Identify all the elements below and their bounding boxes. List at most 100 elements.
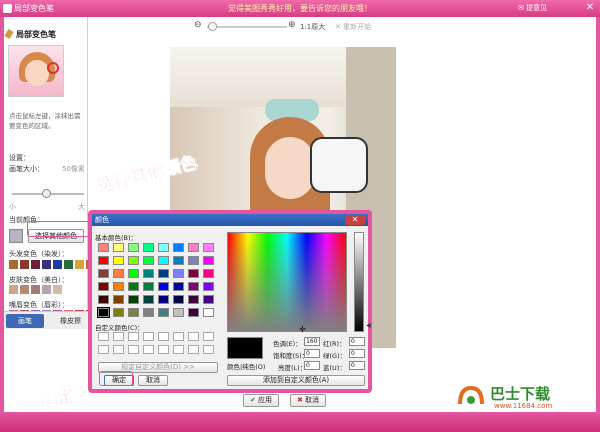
custom-color-slot[interactable] — [188, 345, 199, 354]
dialog-close-button[interactable]: ✕ — [345, 215, 365, 225]
hair-color-swatch[interactable] — [20, 260, 29, 269]
hair-color-swatch[interactable] — [9, 260, 18, 269]
luminance-slider[interactable] — [354, 232, 364, 332]
basic-color-swatch[interactable] — [173, 243, 184, 252]
skin-color-swatch[interactable] — [31, 285, 40, 294]
red-field[interactable]: 0 — [349, 337, 365, 346]
basic-color-swatch[interactable] — [203, 256, 214, 265]
basic-color-swatch[interactable] — [203, 295, 214, 304]
basic-color-swatch[interactable] — [158, 282, 169, 291]
basic-color-swatch[interactable] — [143, 269, 154, 278]
custom-color-slot[interactable] — [173, 332, 184, 341]
skin-color-swatch[interactable] — [42, 285, 51, 294]
zoom-in-icon[interactable]: ⊕ — [288, 20, 296, 30]
hair-color-swatch[interactable] — [53, 260, 62, 269]
hair-color-swatch[interactable] — [42, 260, 51, 269]
basic-color-swatch[interactable] — [158, 256, 169, 265]
zoom-original-button[interactable]: 1:1原大 — [300, 22, 325, 32]
blue-field[interactable]: 0 — [349, 361, 365, 370]
custom-color-slot[interactable] — [128, 345, 139, 354]
basic-color-swatch[interactable] — [113, 295, 124, 304]
skin-color-swatch[interactable] — [20, 285, 29, 294]
basic-color-swatch[interactable] — [113, 243, 124, 252]
basic-color-swatch[interactable] — [128, 269, 139, 278]
basic-color-swatch[interactable] — [173, 256, 184, 265]
hair-color-swatch[interactable] — [31, 260, 40, 269]
basic-color-swatch[interactable] — [173, 308, 184, 317]
basic-color-swatch[interactable] — [98, 269, 109, 278]
apply-button[interactable]: ✔ 应用 — [243, 394, 279, 407]
tab-brush[interactable]: 画笔 — [6, 314, 44, 328]
color-spectrum[interactable] — [227, 232, 347, 332]
brush-size-slider[interactable] — [42, 189, 51, 198]
reset-button[interactable]: ✕ 重新开始 — [335, 22, 371, 32]
basic-color-swatch[interactable] — [188, 256, 199, 265]
cancel-button[interactable]: 取消 — [138, 375, 168, 386]
custom-color-slot[interactable] — [113, 345, 124, 354]
basic-color-swatch[interactable] — [128, 282, 139, 291]
basic-color-swatch[interactable] — [158, 295, 169, 304]
basic-color-swatch[interactable] — [143, 295, 154, 304]
basic-color-swatch[interactable] — [158, 308, 169, 317]
basic-color-swatch[interactable] — [128, 243, 139, 252]
custom-color-slot[interactable] — [173, 345, 184, 354]
basic-color-swatch[interactable] — [98, 256, 109, 265]
basic-color-swatch[interactable] — [143, 308, 154, 317]
basic-color-swatch[interactable] — [203, 308, 214, 317]
basic-color-swatch[interactable] — [113, 282, 124, 291]
luminance-field[interactable]: 0 — [304, 361, 320, 370]
custom-color-slot[interactable] — [98, 345, 109, 354]
basic-color-swatch[interactable] — [98, 243, 109, 252]
custom-color-slot[interactable] — [143, 345, 154, 354]
basic-color-swatch[interactable] — [128, 308, 139, 317]
hue-field[interactable]: 160 — [304, 337, 320, 346]
basic-color-swatch[interactable] — [128, 295, 139, 304]
share-message[interactable]: 觉得美图秀秀好用，要告诉您的朋友哦！ — [200, 3, 400, 14]
basic-color-swatch[interactable] — [188, 243, 199, 252]
basic-color-swatch[interactable] — [188, 308, 199, 317]
basic-color-swatch[interactable] — [188, 282, 199, 291]
green-field[interactable]: 0 — [349, 349, 365, 358]
basic-color-swatch[interactable] — [188, 269, 199, 278]
add-custom-color-button[interactable]: 添加到自定义颜色(A) — [227, 375, 365, 386]
basic-color-swatch[interactable] — [113, 269, 124, 278]
custom-color-slot[interactable] — [188, 332, 199, 341]
basic-color-swatch[interactable] — [98, 295, 109, 304]
basic-color-swatch[interactable] — [143, 282, 154, 291]
feedback-button[interactable]: ✉ 提意见 — [518, 3, 547, 13]
custom-color-slot[interactable] — [203, 332, 214, 341]
basic-color-swatch[interactable] — [173, 282, 184, 291]
zoom-track[interactable] — [207, 26, 287, 28]
luminance-arrow-icon[interactable]: ◀ — [366, 322, 371, 329]
basic-color-swatch[interactable] — [143, 256, 154, 265]
custom-color-slot[interactable] — [143, 332, 154, 341]
custom-color-slot[interactable] — [128, 332, 139, 341]
skin-color-swatch[interactable] — [53, 285, 62, 294]
basic-color-swatch[interactable] — [158, 243, 169, 252]
custom-color-slot[interactable] — [203, 345, 214, 354]
zoom-out-icon[interactable]: ⊖ — [194, 20, 202, 30]
basic-color-swatch[interactable] — [173, 269, 184, 278]
skin-color-swatch[interactable] — [9, 285, 18, 294]
basic-color-swatch[interactable] — [98, 282, 109, 291]
basic-color-swatch[interactable] — [203, 282, 214, 291]
hair-color-swatch[interactable] — [75, 260, 84, 269]
basic-color-swatch[interactable] — [188, 295, 199, 304]
custom-color-slot[interactable] — [113, 332, 124, 341]
basic-color-swatch[interactable] — [203, 243, 214, 252]
basic-color-swatch[interactable] — [143, 243, 154, 252]
close-button[interactable]: ✕ — [583, 1, 597, 14]
custom-color-slot[interactable] — [158, 332, 169, 341]
custom-color-slot[interactable] — [98, 332, 109, 341]
basic-color-swatch[interactable] — [113, 256, 124, 265]
saturation-field[interactable]: 0 — [304, 349, 320, 358]
basic-color-swatch[interactable] — [128, 256, 139, 265]
footer-cancel-button[interactable]: ✖ 取消 — [290, 394, 326, 407]
hair-color-swatch[interactable] — [64, 260, 73, 269]
basic-color-swatch[interactable] — [158, 269, 169, 278]
tab-eraser[interactable]: 橡皮擦 — [48, 314, 86, 328]
custom-color-slot[interactable] — [158, 345, 169, 354]
basic-color-swatch[interactable] — [97, 307, 110, 318]
basic-color-swatch[interactable] — [173, 295, 184, 304]
basic-color-swatch[interactable] — [203, 269, 214, 278]
